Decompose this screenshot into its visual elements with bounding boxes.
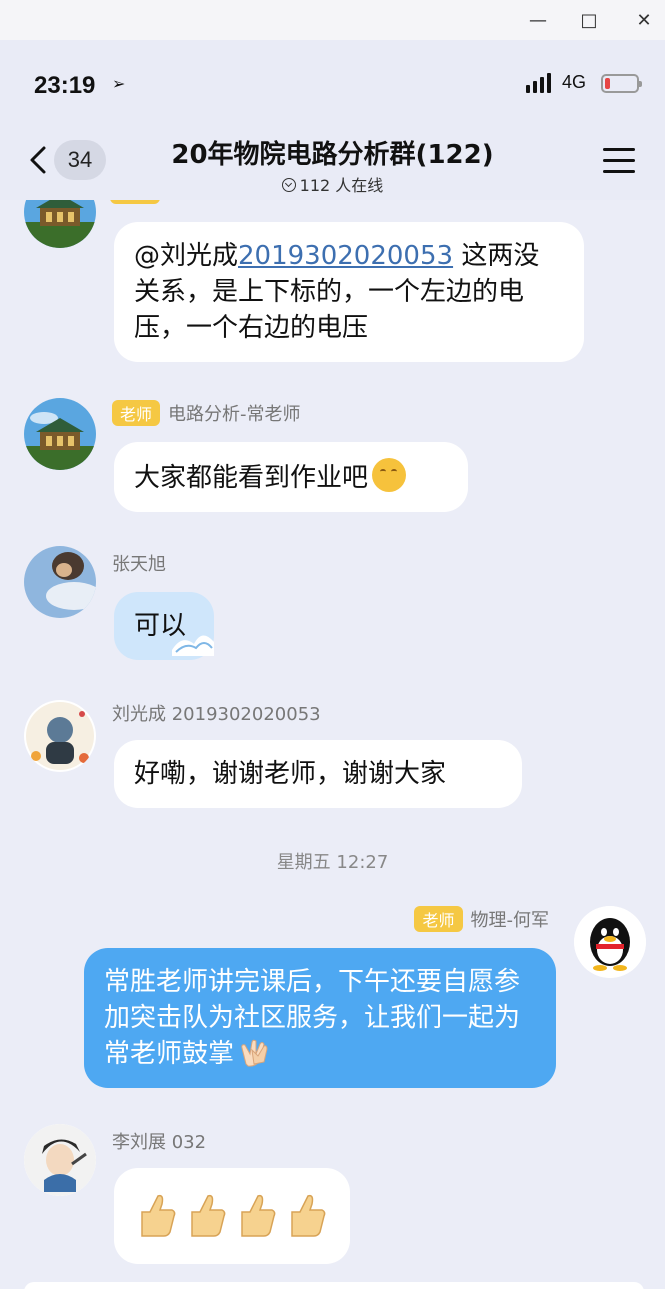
teacher-tag: 老师 — [112, 400, 161, 426]
message-text: 大家都能看到作业吧 — [134, 463, 369, 493]
message-list[interactable]: @刘光成2019302020053 这两没关系，是上下标的，一个左边的电压，一个… — [0, 200, 665, 1289]
avatar[interactable] — [24, 398, 96, 470]
online-count: 112 人在线 — [299, 176, 384, 195]
thumbs-up-icon — [291, 1194, 326, 1237]
teacher-tag: 老师 — [414, 906, 463, 932]
minimize-icon[interactable]: — — [524, 6, 552, 34]
avatar[interactable] — [574, 906, 646, 978]
message-bubble-partial — [24, 1282, 644, 1289]
mention-id[interactable]: 2019302020053 — [238, 241, 453, 271]
mention-name[interactable]: @刘光成 — [134, 241, 238, 271]
sender-row: 老师 物理-何军 — [414, 906, 549, 932]
sender-name[interactable]: 李刘展 032 — [112, 1128, 206, 1154]
clapping-hands-icon — [241, 1039, 268, 1067]
avatar[interactable] — [24, 1124, 96, 1196]
sender-name[interactable]: 刘光成 2019302020053 — [112, 700, 321, 726]
location-arrow-icon: ➢ — [112, 74, 126, 93]
sender-name[interactable]: 电路分析-常老师 — [168, 404, 301, 425]
battery-icon — [601, 74, 642, 93]
message-bubble[interactable] — [114, 1168, 350, 1264]
window-title-bar: — □ ✕ — [0, 0, 665, 40]
tag-badge — [110, 200, 160, 204]
sender-name[interactable]: 物理-何军 — [471, 910, 550, 931]
avatar[interactable] — [24, 546, 96, 618]
message-text: 好嘞，谢谢老师，谢谢大家 — [134, 759, 447, 789]
timestamp: 星期五 12:27 — [276, 852, 389, 873]
maximize-icon[interactable]: □ — [575, 6, 603, 34]
close-icon[interactable]: ✕ — [630, 6, 658, 34]
avatar[interactable] — [24, 700, 96, 772]
network-type: 4G — [562, 72, 587, 92]
message-bubble[interactable]: @刘光成2019302020053 这两没关系，是上下标的，一个左边的电压，一个… — [114, 222, 584, 362]
chat-header: 34 20年物院电路分析群(122) 112 人在线 — [0, 120, 665, 200]
message-bubble[interactable]: 常胜老师讲完课后，下午还要自愿参加突击队为社区服务，让我们一起为常老师鼓掌 — [84, 948, 556, 1088]
online-status[interactable]: 112 人在线 — [0, 172, 665, 196]
yawn-emoji-icon — [372, 458, 407, 492]
sender-row: 老师 电路分析-常老师 — [112, 400, 301, 426]
avatar[interactable] — [24, 200, 96, 248]
thumbs-up-icon — [241, 1194, 276, 1237]
message-bubble[interactable]: 好嘞，谢谢老师，谢谢大家 — [114, 740, 522, 808]
message-bubble[interactable]: 大家都能看到作业吧 — [114, 442, 468, 512]
group-title: 20年物院电路分析群(122) — [171, 140, 494, 170]
menu-icon[interactable] — [603, 148, 635, 174]
online-icon — [281, 178, 296, 192]
thumbs-up-icon — [191, 1194, 226, 1237]
sender-name[interactable]: 张天旭 — [112, 550, 166, 576]
message-text: 常胜老师讲完课后，下午还要自愿参加突击队为社区服务，让我们一起为常老师鼓掌 — [104, 967, 521, 1069]
signal-icon — [526, 73, 554, 93]
thumbs-up-icon — [141, 1194, 176, 1237]
status-time: 23:19 — [34, 72, 96, 99]
bubble-decoration-icon — [172, 635, 214, 656]
